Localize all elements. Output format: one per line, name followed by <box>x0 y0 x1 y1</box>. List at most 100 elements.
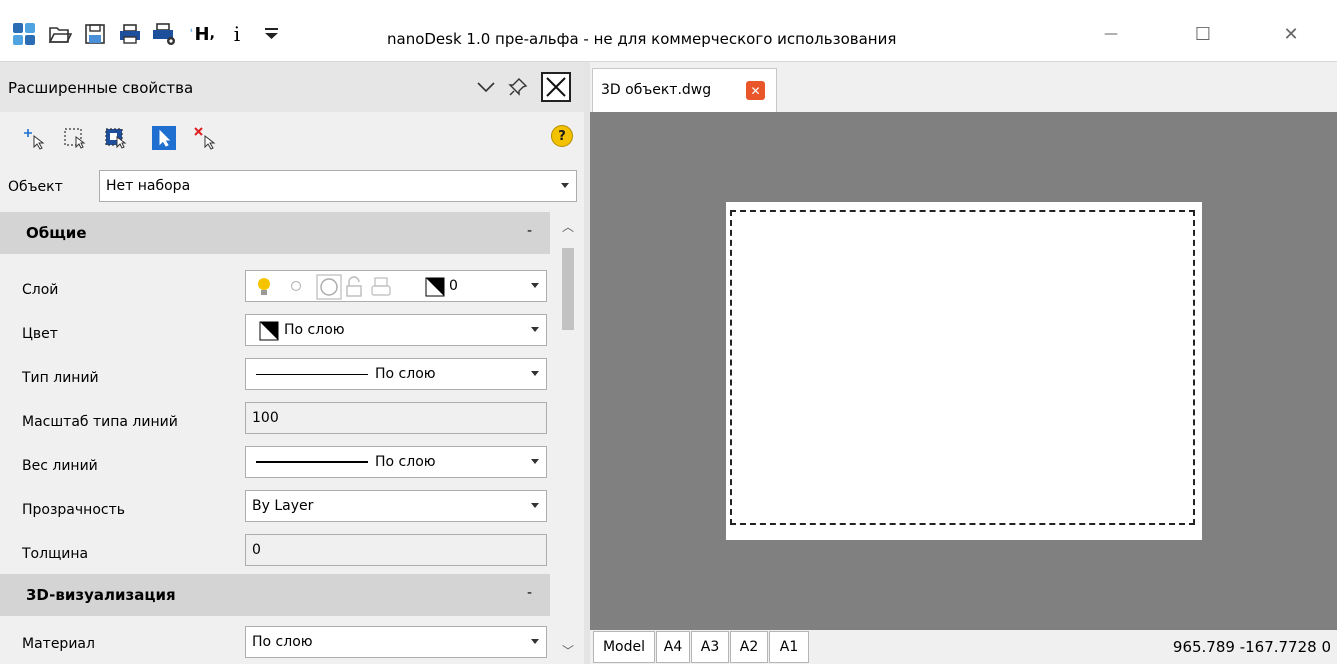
print-icon[interactable] <box>117 22 143 46</box>
prop-thickness-value: 0 <box>252 542 261 558</box>
layout-tab-model[interactable]: Model <box>593 631 655 663</box>
chevron-down-icon <box>561 183 569 188</box>
tab-document[interactable]: 3D объект.dwg ✕ <box>592 68 777 112</box>
chevron-down-icon <box>531 639 539 644</box>
prop-linetype-scale-value: 100 <box>252 410 279 426</box>
prop-thickness-label: Толщина <box>22 546 89 562</box>
maximize-button[interactable]: ☐ <box>1180 14 1226 54</box>
status-bar: Model A4 A3 A2 A1 965.789 -167.7728 0 <box>590 630 1337 664</box>
category-3d-label: 3D-визуализация <box>26 586 176 604</box>
layout-tab-a2[interactable]: A2 <box>730 631 768 663</box>
text-style-glyph: H <box>194 23 210 45</box>
prop-linetype-select[interactable]: По слою <box>245 358 547 390</box>
layout-tab-a4[interactable]: A4 <box>656 631 690 663</box>
quick-select-icon[interactable] <box>104 126 128 150</box>
collapse-toggle[interactable]: - <box>527 223 532 239</box>
chevron-down-icon <box>531 327 539 332</box>
prop-layer-label: Слой <box>22 282 59 298</box>
object-select-value: Нет набора <box>106 178 191 194</box>
prop-linetype-scale-label: Масштаб типа линий <box>22 414 178 430</box>
add-to-selection-icon[interactable] <box>22 126 46 150</box>
prop-color-value: По слою <box>284 322 345 338</box>
layout-tab-a1[interactable]: A1 <box>769 631 809 663</box>
freeze-viewport-icon <box>316 274 342 300</box>
lineweight-preview <box>256 461 368 463</box>
panel-title: Расширенные свойства <box>8 79 194 97</box>
category-3d-visualization[interactable]: 3D-визуализация - <box>0 574 550 616</box>
close-button[interactable]: ✕ <box>1268 14 1314 54</box>
layer-color-swatch-icon <box>425 277 445 297</box>
info-glyph: i <box>233 22 241 46</box>
scroll-up-icon[interactable]: ︿ <box>562 218 574 235</box>
title-bar: ʿH, i nanoDesk 1.0 пре-альфа - не для ко… <box>0 0 1337 62</box>
chevron-down-icon <box>531 459 539 464</box>
save-icon[interactable] <box>82 22 108 46</box>
close-icon: ✕ <box>750 83 761 98</box>
prop-layer-value: 0 <box>449 278 458 294</box>
scrollbar-thumb[interactable] <box>562 248 574 330</box>
color-swatch-icon <box>259 321 279 341</box>
collapse-toggle[interactable]: - <box>527 585 532 601</box>
minimize-icon: — <box>1104 26 1118 42</box>
plot-icon <box>371 277 391 296</box>
chevron-down-icon <box>531 371 539 376</box>
document-tab-strip: 3D объект.dwg ✕ <box>590 62 1337 112</box>
paper-sheet <box>726 202 1202 540</box>
object-label: Объект <box>8 179 63 195</box>
selection-toolbar: ? <box>0 112 584 162</box>
freeze-icon <box>290 280 302 292</box>
minimize-button[interactable]: — <box>1088 14 1134 54</box>
prop-material-value: По слою <box>252 634 313 650</box>
properties-panel: Расширенные свойства ? Объект Нет набора <box>0 62 584 664</box>
tab-close-button[interactable]: ✕ <box>746 81 765 100</box>
close-icon: ✕ <box>1283 23 1299 45</box>
prop-layer-select[interactable]: 0 <box>245 270 547 302</box>
category-general[interactable]: Общие - <box>0 212 550 254</box>
prop-lineweight-value: По слою <box>375 454 436 470</box>
app-logo-icon[interactable] <box>12 22 36 46</box>
drawing-canvas[interactable] <box>590 112 1337 630</box>
select-window-icon[interactable] <box>63 126 87 150</box>
chevron-down-icon <box>531 283 539 288</box>
category-general-label: Общие <box>26 224 87 242</box>
prop-transparency-value: By Layer <box>252 498 314 514</box>
panel-header: Расширенные свойства <box>0 62 584 112</box>
close-icon <box>546 77 566 97</box>
help-icon: ? <box>558 128 566 144</box>
open-folder-icon[interactable] <box>47 22 73 46</box>
property-scrollbar[interactable]: ︿ ﹀ <box>554 212 582 664</box>
prop-lineweight-label: Вес линий <box>22 458 98 474</box>
prop-color-label: Цвет <box>22 326 58 342</box>
layout-tab-a3[interactable]: A3 <box>691 631 729 663</box>
tab-document-label: 3D объект.dwg <box>601 82 712 98</box>
object-select[interactable]: Нет набора <box>99 170 577 202</box>
prop-material-select[interactable]: По слою <box>245 626 547 658</box>
chevron-down-icon <box>531 503 539 508</box>
prop-linetype-label: Тип линий <box>22 370 99 386</box>
deselect-all-icon[interactable] <box>193 126 217 150</box>
quick-access-customize-icon[interactable] <box>257 22 287 46</box>
prop-linetype-value: По слою <box>375 366 436 382</box>
cursor-coordinates: 965.789 -167.7728 0 <box>1172 638 1331 656</box>
pin-icon[interactable] <box>506 74 530 100</box>
panel-close-button[interactable] <box>541 72 571 102</box>
printable-area-frame <box>730 210 1195 525</box>
text-style-icon[interactable]: ʿH, <box>187 22 217 46</box>
maximize-icon: ☐ <box>1194 23 1212 45</box>
property-grid: Общие - Слой 0 Цвет По слою Тип линий По… <box>0 212 584 664</box>
prop-lineweight-select[interactable]: По слою <box>245 446 547 478</box>
print-settings-icon[interactable] <box>150 22 178 46</box>
help-button[interactable]: ? <box>551 125 573 147</box>
info-icon[interactable]: i <box>225 22 249 46</box>
prop-transparency-label: Прозрачность <box>22 502 125 518</box>
scroll-down-icon[interactable]: ﹀ <box>562 642 574 659</box>
prop-transparency-select[interactable]: By Layer <box>245 490 547 522</box>
lightbulb-icon <box>258 278 270 295</box>
panel-menu-chevron-icon[interactable] <box>474 74 498 100</box>
lock-icon <box>346 276 362 297</box>
prop-color-select[interactable]: По слою <box>245 314 547 346</box>
window-title: nanoDesk 1.0 пре-альфа - не для коммерче… <box>387 30 897 48</box>
select-objects-icon[interactable] <box>152 126 176 150</box>
prop-linetype-scale-field[interactable]: 100 <box>245 402 547 434</box>
prop-thickness-field[interactable]: 0 <box>245 534 547 566</box>
